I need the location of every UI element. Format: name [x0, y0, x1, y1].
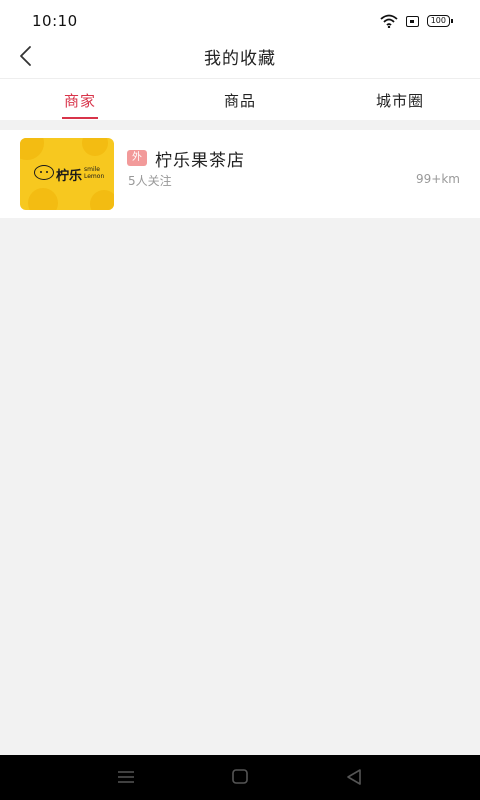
- logo-subtext-line2: Lemon: [84, 173, 105, 180]
- tab-merchants[interactable]: 商家: [0, 79, 160, 120]
- back-icon[interactable]: [344, 768, 364, 786]
- follower-count: 5人关注: [128, 174, 172, 188]
- home-icon[interactable]: [230, 768, 250, 786]
- favorites-list: 柠乐 smile Lemon 外 柠乐果茶店 5人关注 99+km: [0, 130, 480, 218]
- sim-icon: [405, 15, 419, 27]
- tab-city-circle[interactable]: 城市圈: [320, 79, 480, 120]
- logo-decoration: [28, 188, 58, 210]
- logo-subtext-line1: smile: [84, 166, 100, 173]
- system-navigation-bar: [0, 755, 480, 800]
- page-title: 我的收藏: [204, 49, 276, 69]
- shop-logo: 柠乐 smile Lemon: [20, 138, 114, 210]
- logo-subtext: smile Lemon: [84, 166, 104, 180]
- status-icons: 100: [380, 14, 454, 28]
- tab-products[interactable]: 商品: [160, 79, 320, 120]
- wifi-icon: [380, 14, 398, 28]
- logo-decoration: [90, 190, 114, 210]
- nav-bar: 我的收藏: [0, 42, 480, 78]
- battery-icon: 100: [426, 15, 454, 27]
- logo-decoration: [20, 138, 44, 160]
- menu-icon[interactable]: [116, 768, 136, 786]
- shop-name: 柠乐果茶店: [155, 151, 245, 171]
- logo-decoration: [82, 138, 108, 156]
- distance: 99+km: [416, 172, 460, 186]
- list-item[interactable]: 柠乐 smile Lemon 外 柠乐果茶店 5人关注 99+km: [0, 130, 480, 218]
- status-bar: 10:10 100: [0, 0, 480, 42]
- takeout-badge: 外: [127, 150, 147, 166]
- logo-text: 柠乐: [56, 169, 83, 184]
- lemon-face-icon: [34, 165, 54, 180]
- status-time: 10:10: [32, 12, 78, 30]
- tab-bar: 商家 商品 城市圈: [0, 78, 480, 120]
